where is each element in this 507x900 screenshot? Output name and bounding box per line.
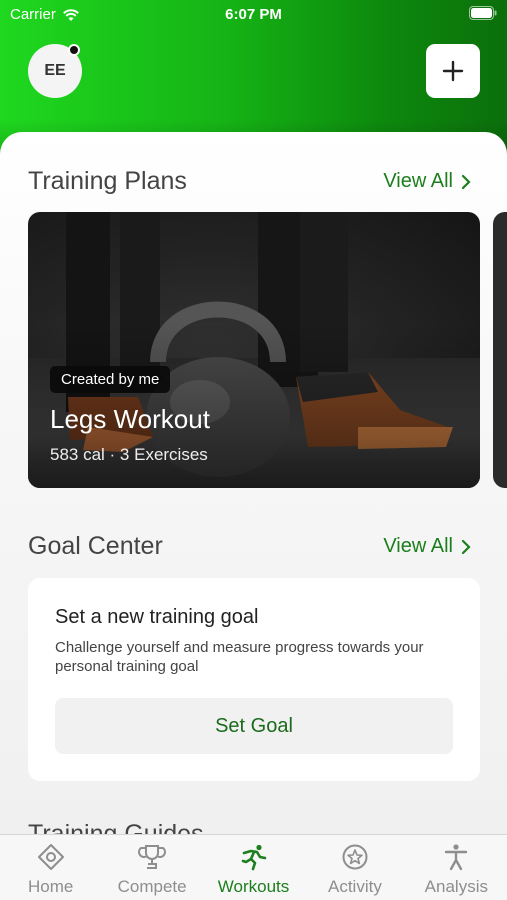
tab-bar: Home Compete Workouts Activity Analysis — [0, 834, 507, 900]
tab-compete[interactable]: Compete — [101, 835, 202, 900]
home-icon — [37, 844, 64, 870]
chevron-right-icon — [461, 539, 471, 554]
tab-workouts[interactable]: Workouts — [203, 835, 304, 900]
goal-card-title: Set a new training goal — [55, 606, 259, 628]
created-by-me-badge: Created by me — [50, 366, 171, 393]
next-plan-card-peek[interactable] — [493, 212, 507, 488]
trophy-icon — [138, 845, 167, 869]
goal-center-title: Goal Center — [28, 532, 163, 560]
goal-center-header: Goal Center View All — [28, 532, 471, 561]
plan-meta: 583 cal · 3 Exercises — [50, 445, 208, 464]
tab-home[interactable]: Home — [0, 835, 101, 900]
content-sheet[interactable]: Training Plans View All Created by me Le… — [0, 132, 507, 834]
goal-card-description: Challenge yourself and measure progress … — [55, 639, 424, 675]
analysis-icon — [445, 844, 468, 871]
activity-icon — [342, 844, 368, 870]
add-button[interactable] — [426, 44, 480, 98]
plan-title: Legs Workout — [50, 404, 210, 434]
tab-label: Analysis — [424, 877, 488, 896]
status-bar: Carrier 6:07 PM — [0, 0, 507, 30]
tab-activity[interactable]: Activity — [304, 835, 405, 900]
avatar-initials: EE — [44, 62, 66, 79]
goal-card: Set a new training goal Challenge yourse… — [28, 578, 480, 781]
avatar[interactable]: EE — [28, 44, 82, 98]
tab-label: Home — [28, 877, 74, 896]
tab-label: Workouts — [217, 877, 290, 896]
tab-label: Activity — [328, 877, 382, 896]
battery-icon — [469, 6, 497, 24]
training-plans-title: Training Plans — [28, 167, 187, 195]
tab-analysis[interactable]: Analysis — [406, 835, 507, 900]
goal-center-view-all[interactable]: View All — [383, 535, 471, 558]
training-plans-view-all[interactable]: View All — [383, 170, 471, 193]
training-guides-title: Training Guides — [28, 820, 204, 834]
chevron-right-icon — [461, 174, 471, 189]
set-goal-button[interactable]: Set Goal — [55, 698, 453, 754]
tab-label: Compete — [117, 877, 187, 896]
status-time: 6:07 PM — [225, 6, 282, 23]
workouts-icon — [241, 844, 266, 871]
training-plan-card[interactable]: Created by me Legs Workout 583 cal · 3 E… — [28, 212, 480, 488]
training-plans-header: Training Plans View All — [28, 167, 471, 196]
plus-icon — [442, 60, 464, 82]
view-all-label: View All — [383, 170, 453, 192]
view-all-label: View All — [383, 535, 453, 557]
notification-dot — [68, 44, 80, 56]
